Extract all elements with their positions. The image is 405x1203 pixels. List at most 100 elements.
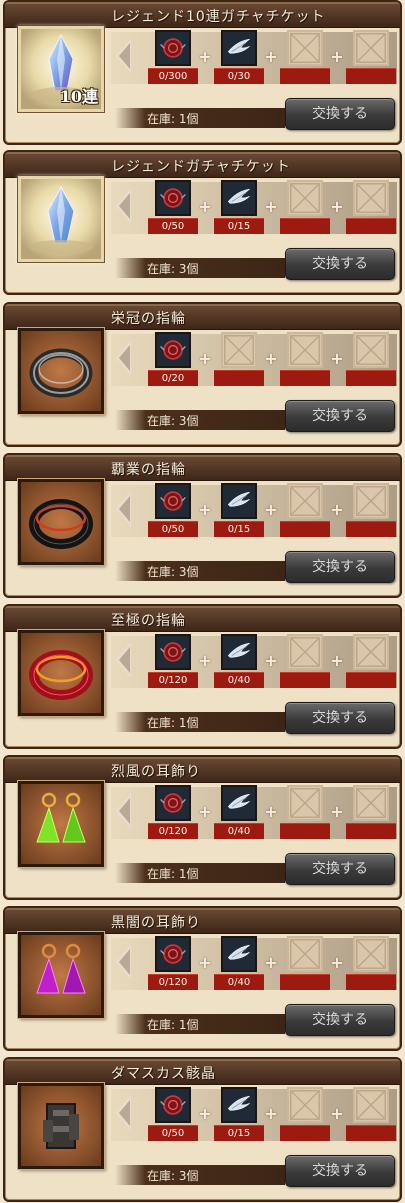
cost-slot[interactable]: 0/20 <box>148 332 198 392</box>
seal-icon[interactable] <box>155 180 191 216</box>
cost-count: 0/15 <box>214 1125 264 1141</box>
empty-slot-icon <box>287 936 323 972</box>
cost-count-empty <box>346 1125 396 1141</box>
cost-count-empty <box>346 218 396 234</box>
exchange-item-card: レジェンドガチャチケット 0/50 0/15 + + + 在庫: 3個 交換する <box>3 150 402 295</box>
plus-icon: + <box>264 651 278 670</box>
cost-slot[interactable]: 0/40 <box>214 785 264 845</box>
plus-icon: + <box>198 651 212 670</box>
empty-slot-icon <box>353 1087 389 1123</box>
cost-slot[interactable]: 0/120 <box>148 634 198 694</box>
cost-count: 0/120 <box>148 672 198 688</box>
exchange-button[interactable]: 交換する <box>285 1004 395 1036</box>
wing-icon[interactable] <box>221 30 257 66</box>
cost-slot[interactable]: 0/120 <box>148 785 198 845</box>
stock-bar: 在庫: 3個 <box>115 1165 285 1185</box>
item-image[interactable] <box>18 932 104 1018</box>
plus-icon: + <box>198 197 212 216</box>
cost-slot[interactable]: 0/120 <box>148 936 198 996</box>
plus-icon: + <box>198 500 212 519</box>
cost-count: 0/20 <box>148 370 198 386</box>
empty-slot-icon <box>287 1087 323 1123</box>
item-image[interactable] <box>18 176 104 262</box>
empty-slot-icon <box>287 483 323 519</box>
arrow-left-inner <box>119 345 130 371</box>
cost-slot[interactable]: 0/15 <box>214 483 264 543</box>
exchange-item-card: レジェンド10連ガチャチケット 10連 0/300 0/30 + + + 在庫:… <box>3 0 402 145</box>
cost-slot-empty <box>280 1087 330 1147</box>
exchange-button[interactable]: 交換する <box>285 551 395 583</box>
seal-icon[interactable] <box>155 634 191 670</box>
empty-slot-icon <box>221 332 257 368</box>
seal-icon[interactable] <box>155 332 191 368</box>
cost-slot[interactable]: 0/300 <box>148 30 198 90</box>
item-header <box>5 757 400 783</box>
empty-slot-icon <box>353 30 389 66</box>
item-image[interactable] <box>18 781 104 867</box>
cost-slot[interactable]: 0/50 <box>148 180 198 240</box>
cost-count: 0/120 <box>148 974 198 990</box>
wing-icon[interactable] <box>221 1087 257 1123</box>
cost-count: 0/120 <box>148 823 198 839</box>
cost-slot[interactable]: 0/50 <box>148 483 198 543</box>
seal-icon[interactable] <box>155 936 191 972</box>
exchange-button[interactable]: 交換する <box>285 853 395 885</box>
exchange-button[interactable]: 交換する <box>285 1155 395 1187</box>
wing-icon[interactable] <box>221 483 257 519</box>
cost-count-empty <box>280 521 330 537</box>
seal-icon[interactable] <box>155 483 191 519</box>
wing-icon[interactable] <box>221 634 257 670</box>
plus-icon: + <box>198 1104 212 1123</box>
cost-count-empty <box>346 672 396 688</box>
exchange-item-card: 黒闇の耳飾り 0/120 0/40 + + + 在庫: 1個 交換する <box>3 906 402 1051</box>
arrow-left-inner <box>119 496 130 522</box>
wing-icon[interactable] <box>221 180 257 216</box>
empty-slot-icon <box>353 180 389 216</box>
seal-icon[interactable] <box>155 30 191 66</box>
item-image[interactable] <box>18 1083 104 1169</box>
wing-icon[interactable] <box>221 785 257 821</box>
cost-slot[interactable]: 0/30 <box>214 30 264 90</box>
cost-slot[interactable]: 0/40 <box>214 936 264 996</box>
plus-icon: + <box>198 47 212 66</box>
cost-slot-empty <box>280 936 330 996</box>
plus-icon: + <box>264 349 278 368</box>
seal-icon[interactable] <box>155 1087 191 1123</box>
item-image[interactable] <box>18 630 104 716</box>
seal-icon[interactable] <box>155 785 191 821</box>
stock-label: 在庫: 3個 <box>147 414 199 428</box>
stock-label: 在庫: 1個 <box>147 1018 199 1032</box>
empty-slot-icon <box>353 483 389 519</box>
item-title: 烈風の耳飾り <box>111 764 201 780</box>
exchange-button[interactable]: 交換する <box>285 702 395 734</box>
exchange-button[interactable]: 交換する <box>285 248 395 280</box>
cost-slot[interactable]: 0/15 <box>214 1087 264 1147</box>
plus-icon: + <box>330 953 344 972</box>
stock-bar: 在庫: 1個 <box>115 863 285 883</box>
stock-label: 在庫: 3個 <box>147 565 199 579</box>
item-badge: 10連 <box>59 87 98 106</box>
plus-icon: + <box>264 802 278 821</box>
item-image[interactable]: 10連 <box>18 26 104 112</box>
plus-icon: + <box>264 953 278 972</box>
cost-count: 0/300 <box>148 68 198 84</box>
exchange-item-card: 烈風の耳飾り 0/120 0/40 + + + 在庫: 1個 交換する <box>3 755 402 900</box>
arrow-left-inner <box>119 193 130 219</box>
plus-icon: + <box>264 47 278 66</box>
cost-slot[interactable]: 0/50 <box>148 1087 198 1147</box>
cost-count-empty <box>280 823 330 839</box>
item-image[interactable] <box>18 328 104 414</box>
cost-slot[interactable]: 0/15 <box>214 180 264 240</box>
empty-slot-icon <box>287 332 323 368</box>
cost-count: 0/50 <box>148 521 198 537</box>
item-image[interactable] <box>18 479 104 565</box>
exchange-button[interactable]: 交換する <box>285 400 395 432</box>
cost-count-empty <box>346 823 396 839</box>
arrow-left-inner <box>119 1100 130 1126</box>
cost-slot[interactable]: 0/40 <box>214 634 264 694</box>
wing-icon[interactable] <box>221 936 257 972</box>
exchange-button[interactable]: 交換する <box>285 98 395 130</box>
item-title: 栄冠の指輪 <box>111 311 186 327</box>
stock-bar: 在庫: 1個 <box>115 1014 285 1034</box>
cost-count-empty <box>280 1125 330 1141</box>
